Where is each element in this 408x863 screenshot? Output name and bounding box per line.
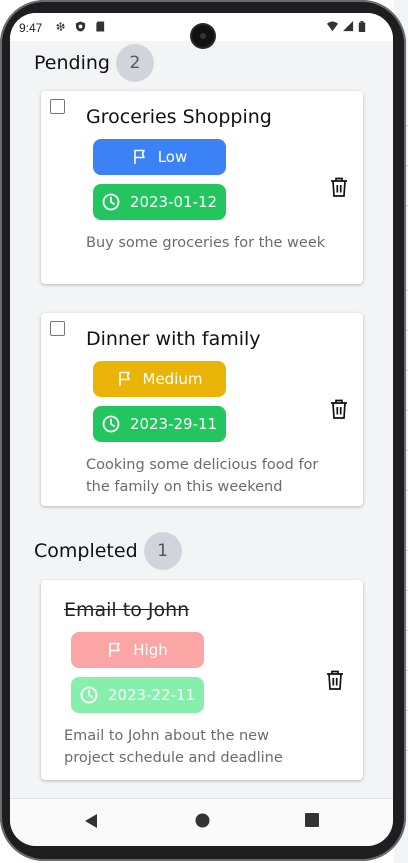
task-title: Dinner with family: [86, 328, 261, 350]
pending-header: Pending 2: [34, 44, 154, 82]
section-title: Pending: [34, 52, 110, 74]
task-list: Pending 2 Groceries Shopping Low 2023-01…: [10, 41, 393, 798]
priority-badge: Low: [93, 139, 226, 175]
task-card: Email to John High 2023-22-11 Email to J…: [41, 580, 363, 780]
priority-badge: High: [71, 632, 204, 668]
shield-icon: [75, 21, 86, 32]
flag-icon: [118, 371, 130, 386]
date-label: 2023-22-11: [107, 686, 196, 704]
front-camera: [192, 25, 214, 47]
square-recents-icon[interactable]: [305, 813, 319, 827]
task-card: Groceries Shopping Low 2023-01-12 Buy so…: [41, 91, 363, 284]
phone-screen: 9:47 Pending 2 Groceries Shopping Low 20…: [10, 13, 393, 846]
completed-header: Completed 1: [34, 532, 182, 570]
priority-label: Medium: [142, 370, 203, 388]
flag-icon: [109, 642, 121, 657]
phone-frame: 9:47 Pending 2 Groceries Shopping Low 20…: [0, 0, 406, 861]
date-badge: 2023-29-11: [93, 406, 226, 442]
settings-icon: [56, 22, 65, 31]
count-badge: 2: [115, 44, 154, 82]
status-time: 9:47: [19, 21, 43, 35]
signal-icon: [343, 21, 354, 32]
battery-icon: [358, 21, 366, 32]
clock-icon: [102, 415, 120, 433]
flag-icon: [133, 149, 145, 164]
trash-icon[interactable]: [330, 177, 348, 197]
task-description: Cooking some delicious food for the fami…: [86, 457, 319, 495]
clock-icon: [102, 193, 120, 211]
clock-icon: [80, 686, 98, 704]
sd-card-icon: [96, 21, 105, 32]
priority-label: Low: [157, 148, 188, 166]
date-badge: 2023-01-12: [93, 184, 226, 220]
count-badge: 1: [143, 532, 182, 570]
task-checkbox[interactable]: [50, 321, 65, 336]
circle-home-icon[interactable]: [195, 813, 210, 828]
task-description: Buy some groceries for the week: [86, 235, 326, 251]
navigation-bar: [10, 798, 393, 846]
task-card: Dinner with family Medium 2023-29-11 Coo…: [41, 313, 363, 506]
task-title: Groceries Shopping: [86, 106, 272, 128]
triangle-back-icon[interactable]: [84, 813, 98, 829]
task-checkbox[interactable]: [50, 99, 65, 114]
task-description: Email to John about the new project sche…: [64, 728, 283, 766]
date-badge: 2023-22-11: [71, 677, 204, 713]
section-title: Completed: [34, 540, 138, 562]
priority-badge: Medium: [93, 361, 226, 397]
trash-icon[interactable]: [326, 670, 344, 690]
priority-label: High: [133, 641, 168, 659]
date-label: 2023-01-12: [129, 193, 218, 211]
trash-icon[interactable]: [330, 399, 348, 419]
date-label: 2023-29-11: [129, 415, 218, 433]
task-title: Email to John: [64, 599, 190, 621]
wifi-icon: [327, 21, 338, 32]
